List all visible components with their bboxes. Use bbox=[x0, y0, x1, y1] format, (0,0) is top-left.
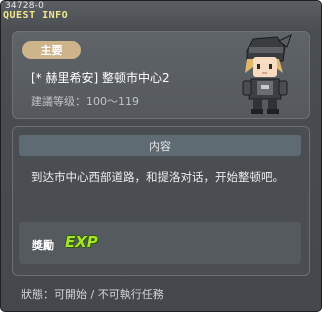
quest-type-badge: 主要 bbox=[22, 41, 81, 59]
recommended-level: 建議等级：100～119 bbox=[31, 95, 139, 108]
quest-status: 狀態：可開始 / 不可執行任務 bbox=[21, 288, 164, 301]
character-avatar-icon bbox=[242, 34, 292, 114]
quest-description: 到达市中心西部道路，和提洛对话，开始整顿吧。 bbox=[31, 170, 284, 184]
exp-icon: EXP bbox=[65, 233, 98, 251]
content-header: 内容 bbox=[19, 135, 301, 156]
quest-name: [* 赫里希安] 整顿市中心2 bbox=[31, 71, 170, 85]
reward-row bbox=[19, 222, 301, 264]
quest-info-window: 34728-0 QUEST INFO 主要 [* 赫里希安] 整顿市中心2 建議… bbox=[0, 0, 322, 312]
window-title: QUEST INFO bbox=[3, 10, 69, 21]
reward-label: 獎勵 bbox=[32, 239, 54, 252]
